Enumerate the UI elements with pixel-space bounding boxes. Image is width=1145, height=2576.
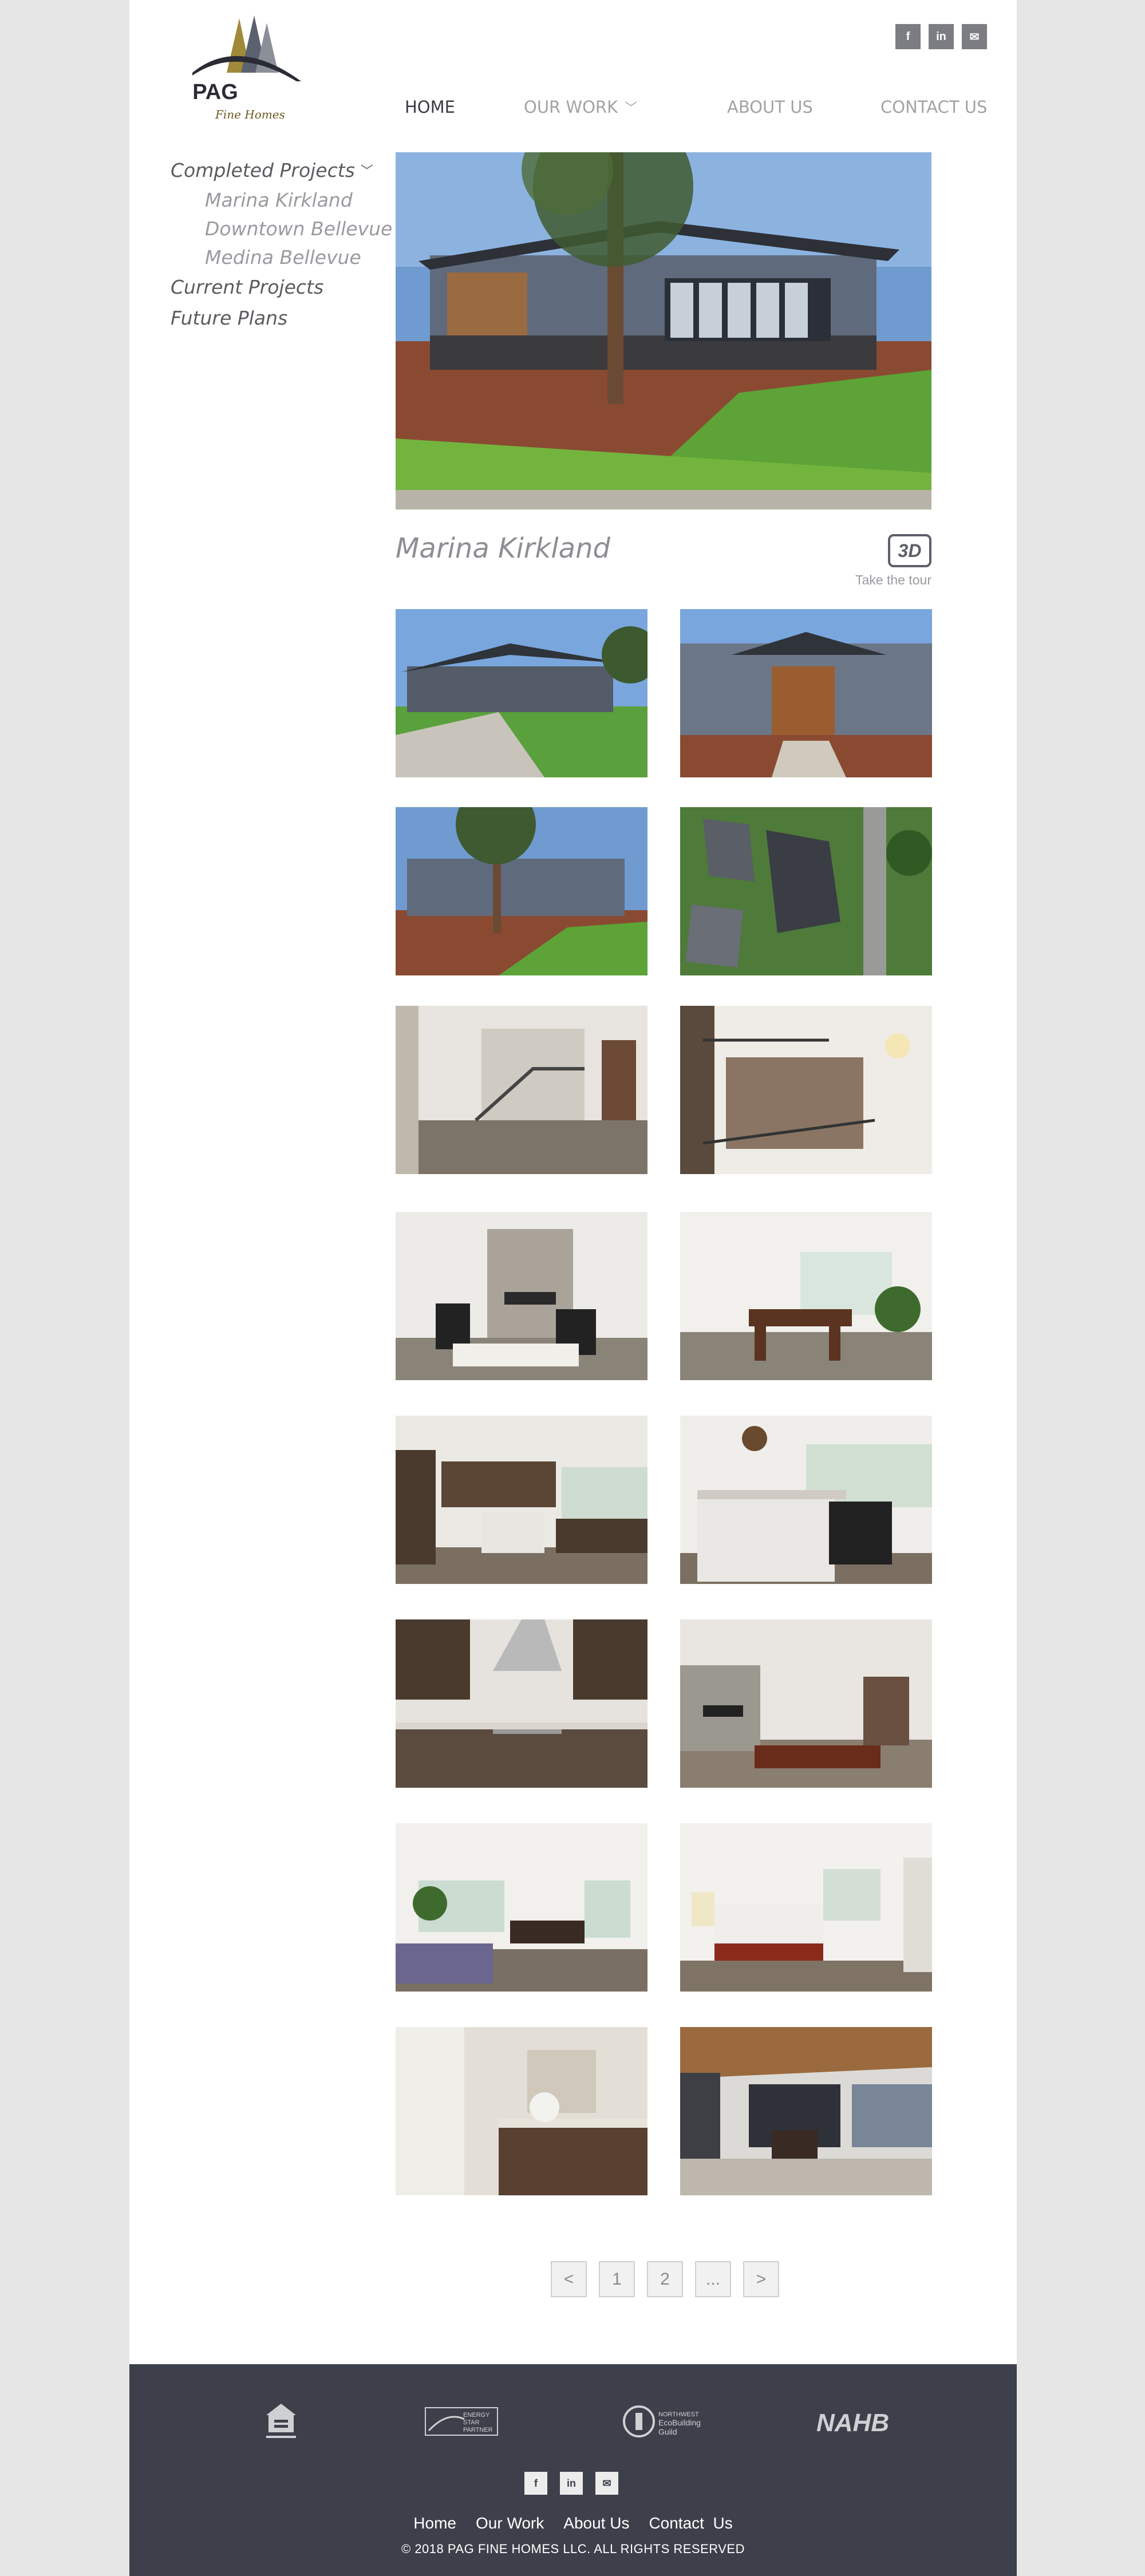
gallery-photo-kitchen-island[interactable] [680,1416,932,1584]
gallery-photo-living-fireplace[interactable] [396,1212,647,1380]
gallery-photo-dining[interactable] [680,1212,932,1380]
svg-text:NORTHWEST: NORTHWEST [658,2411,699,2418]
photo-image [680,1823,932,1992]
nav-contact-us[interactable]: CONTACT US [881,97,987,117]
svg-text:NAHB: NAHB [816,2409,889,2437]
chevron-down-icon: ﹀ [360,164,373,179]
email-icon[interactable]: ✉ [595,2472,618,2495]
project-sidebar: Completed Projects ﹀ Marina Kirkland Down… [171,155,392,333]
pagination-ellipsis[interactable]: ... [695,2261,731,2297]
sidebar-item-label: Completed Projects [171,159,355,181]
footer-social-links: f in ✉ [524,2472,618,2495]
nav-our-work[interactable]: OUR WORK ﹀ [524,97,727,117]
logo-mountains-icon [192,15,301,84]
gallery-photo-covered-patio[interactable] [680,2027,932,2195]
svg-text:STAR: STAR [463,2419,480,2426]
gallery-photo-stair-overlook[interactable] [680,1006,932,1174]
page-body: PAG Fine Homes f in ✉ HOME OUR WORK ﹀ ABO… [129,0,1017,2364]
linkedin-icon[interactable]: in [929,24,954,49]
svg-text:ENERGY: ENERGY [463,2412,490,2419]
pagination-page-2[interactable]: 2 [647,2261,683,2297]
photo-image [680,2027,932,2195]
photo-image [396,2027,647,2195]
tour-link[interactable]: Take the tour [851,572,931,588]
email-icon[interactable]: ✉ [962,24,987,49]
sidebar-item-current-projects[interactable]: Current Projects [171,271,392,302]
svg-text:PARTNER: PARTNER [463,2427,493,2433]
nav-contact-label: CONTACT US [881,97,988,117]
facebook-icon[interactable]: f [524,2472,547,2495]
chevron-down-icon: ﹀ [625,101,638,116]
footer-link-home[interactable]: Home [413,2514,456,2532]
svg-text:EcoBuilding: EcoBuilding [658,2418,701,2427]
facebook-icon[interactable]: f [895,24,921,49]
sidebar-subitem-marina-kirkland[interactable]: Marina Kirkland [171,185,392,214]
gallery-photo-master-bedroom[interactable] [680,1823,932,1992]
hero-photo[interactable] [396,152,931,509]
brand-name: PAG [192,80,238,104]
main-nav: HOME OUR WORK ﹀ ABOUT US CONTACT US [405,97,987,117]
project-title: Marina Kirkland [396,532,610,564]
nav-home[interactable]: HOME [405,97,524,117]
nav-home-label: HOME [405,97,455,117]
pagination: < 1 2 ... > [551,2261,779,2297]
site-footer: ENERGY STAR PARTNER NORTHWEST EcoBuildin… [129,2364,1017,2576]
nav-our-work-label: OUR WORK [524,97,618,117]
footer-link-contact-us[interactable]: Contact Us [649,2514,732,2532]
brand-tagline: Fine Homes [215,108,285,121]
photo-image [396,1416,647,1584]
footer-link-about-us[interactable]: About Us [563,2514,629,2532]
nav-about-label: ABOUT US [727,97,813,117]
gallery-photo-exterior-garden[interactable] [396,807,647,975]
linkedin-icon[interactable]: in [560,2472,583,2495]
gallery-photo-exterior-street[interactable] [396,609,647,777]
photo-image [396,1619,647,1788]
photo-image [680,807,932,975]
energy-star-icon: ENERGY STAR PARTNER [424,2399,499,2444]
pagination-prev-button[interactable]: < [551,2261,587,2297]
photo-image [396,1823,647,1992]
gallery-photo-kitchen-wide[interactable] [396,1416,647,1584]
gallery-photo-bonus-room[interactable] [396,1823,647,1992]
gallery-photo-aerial[interactable] [680,807,932,975]
gallery-photo-family-room[interactable] [680,1619,932,1788]
gallery-photo-kitchen-range[interactable] [396,1619,647,1788]
house-exterior-image [396,152,931,509]
copyright-text: © 2018 PAG FINE HOMES LLC. ALL RIGHTS RE… [401,2542,745,2556]
photo-image [680,1416,932,1584]
photo-image [396,609,647,777]
nav-about-us[interactable]: ABOUT US [727,97,881,117]
gallery-photo-exterior-entry[interactable] [680,609,932,777]
nahb-icon: NAHB [814,2399,894,2444]
photo-image [396,807,647,975]
photo-image [680,1619,932,1788]
pagination-page-1[interactable]: 1 [599,2261,635,2297]
photo-image [396,1006,647,1174]
brand-logo[interactable]: PAG Fine Homes [187,13,318,127]
social-links: f in ✉ [895,24,987,49]
pagination-next-button[interactable]: > [743,2261,779,2297]
ecobuilding-guild-icon: NORTHWEST EcoBuilding Guild [622,2399,713,2444]
photo-image [680,1006,932,1174]
sidebar-item-future-plans[interactable]: Future Plans [171,302,392,333]
gallery-photo-foyer-stairs[interactable] [396,1006,647,1174]
tour-3d-icon[interactable]: 3D [888,534,931,567]
sidebar-subitem-medina-bellevue[interactable]: Medina Bellevue [171,243,392,271]
footer-nav: Home Our Work About Us Contact Us [129,2514,1017,2532]
photo-image [396,1212,647,1380]
sidebar-item-completed-projects[interactable]: Completed Projects ﹀ [171,155,392,185]
photo-image [680,609,932,777]
equal-housing-icon [264,2399,298,2444]
svg-text:Guild: Guild [658,2427,677,2436]
gallery-photo-master-bath[interactable] [396,2027,647,2195]
photo-image [680,1212,932,1380]
footer-link-our-work[interactable]: Our Work [476,2514,544,2532]
sidebar-subitem-downtown-bellevue[interactable]: Downtown Bellevue [171,214,392,243]
